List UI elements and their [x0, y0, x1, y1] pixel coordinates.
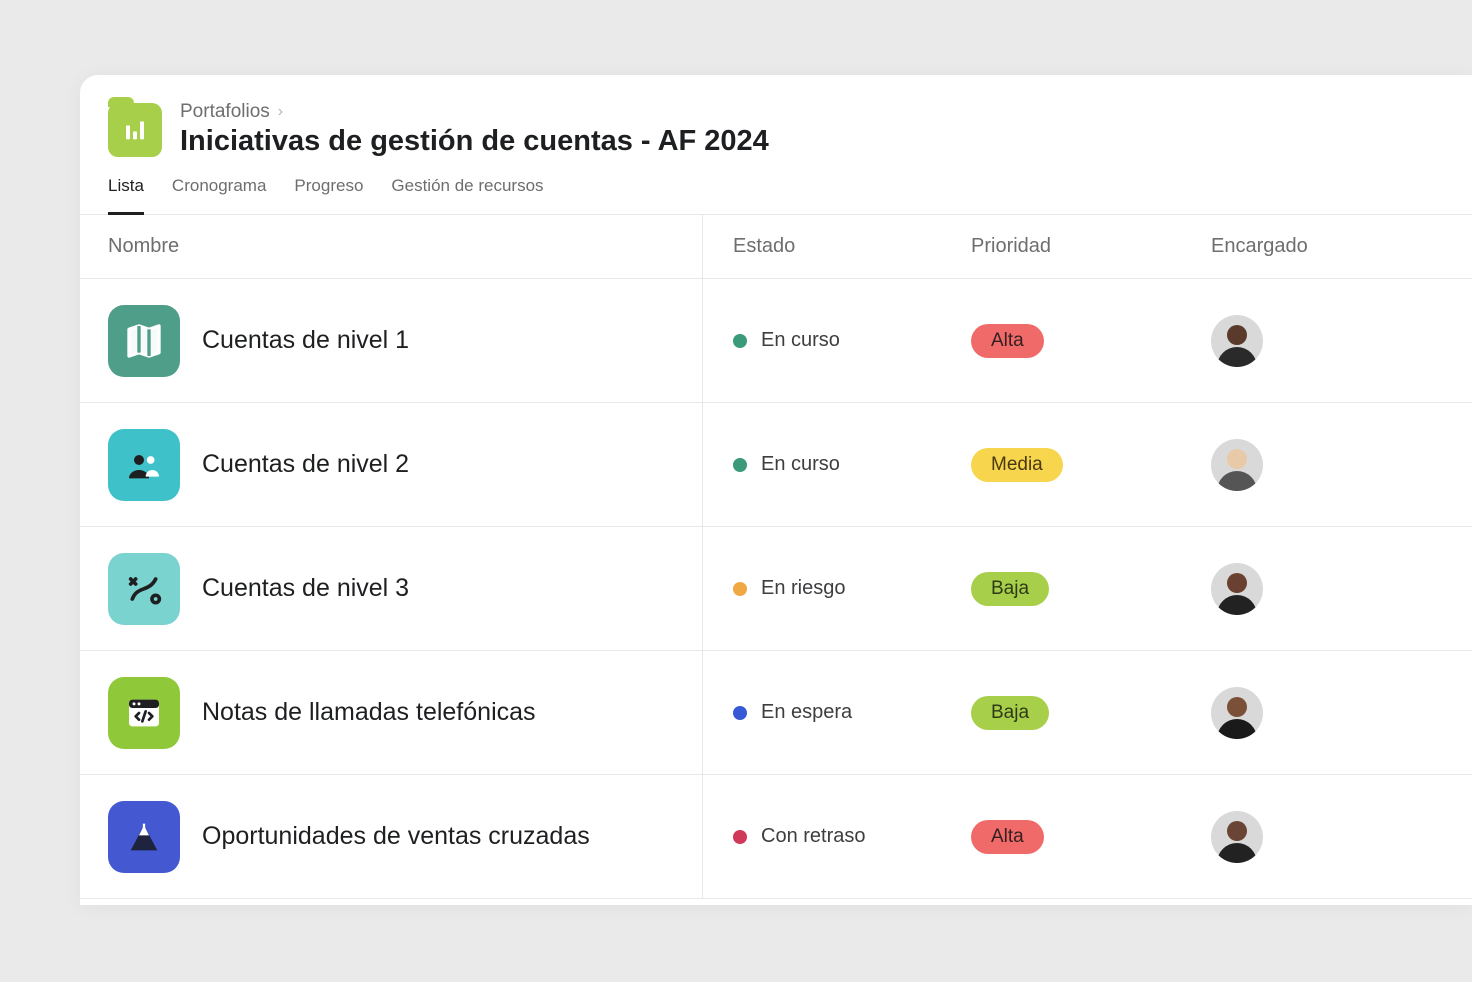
breadcrumb[interactable]: Portafolios › — [180, 101, 769, 123]
cell-priority[interactable]: Media — [971, 403, 1211, 526]
status-dot-icon — [733, 582, 747, 596]
priority-badge: Alta — [971, 820, 1044, 854]
tab-lista[interactable]: Lista — [108, 176, 144, 215]
table-row[interactable]: Cuentas de nivel 2 En curso Media — [80, 403, 1472, 527]
cell-priority[interactable]: Baja — [971, 527, 1211, 650]
project-name: Cuentas de nivel 3 — [202, 574, 409, 603]
cell-owner[interactable] — [1211, 527, 1472, 650]
cell-status[interactable]: Con retraso — [703, 775, 971, 898]
priority-badge: Baja — [971, 572, 1049, 606]
cell-owner[interactable] — [1211, 279, 1472, 402]
header-top: Portafolios › Iniciativas de gestión de … — [108, 101, 1444, 158]
project-name: Oportunidades de ventas cruzadas — [202, 822, 590, 851]
priority-badge: Alta — [971, 324, 1044, 358]
col-header-status[interactable]: Estado — [703, 215, 971, 278]
users-icon — [108, 429, 180, 501]
page-title: Iniciativas de gestión de cuentas - AF 2… — [180, 125, 769, 158]
tab-cronograma[interactable]: Cronograma — [172, 176, 267, 214]
cell-priority[interactable]: Baja — [971, 651, 1211, 774]
mountain-icon — [108, 801, 180, 873]
map-icon — [108, 305, 180, 377]
table-header-row: Nombre Estado Prioridad Encargado — [80, 215, 1472, 279]
owner-avatar[interactable] — [1211, 811, 1263, 863]
table-row[interactable]: Oportunidades de ventas cruzadas Con ret… — [80, 775, 1472, 899]
status-label: En curso — [761, 453, 840, 476]
portfolio-window: Portafolios › Iniciativas de gestión de … — [80, 75, 1472, 905]
chevron-right-icon: › — [278, 103, 283, 121]
breadcrumb-label[interactable]: Portafolios — [180, 101, 270, 123]
portfolio-folder-icon — [108, 103, 162, 157]
status-label: En curso — [761, 329, 840, 352]
owner-avatar[interactable] — [1211, 687, 1263, 739]
owner-avatar[interactable] — [1211, 315, 1263, 367]
owner-avatar[interactable] — [1211, 439, 1263, 491]
cell-owner[interactable] — [1211, 403, 1472, 526]
cell-name[interactable]: Cuentas de nivel 2 — [80, 403, 703, 526]
cell-name[interactable]: Cuentas de nivel 3 — [80, 527, 703, 650]
table-row[interactable]: Notas de llamadas telefónicas En espera … — [80, 651, 1472, 775]
status-label: Con retraso — [761, 825, 866, 848]
status-dot-icon — [733, 706, 747, 720]
tab-progreso[interactable]: Progreso — [294, 176, 363, 214]
project-name: Notas de llamadas telefónicas — [202, 698, 536, 727]
status-dot-icon — [733, 334, 747, 348]
page-header: Portafolios › Iniciativas de gestión de … — [80, 75, 1472, 158]
status-dot-icon — [733, 458, 747, 472]
cell-status[interactable]: En espera — [703, 651, 971, 774]
cell-status[interactable]: En curso — [703, 279, 971, 402]
strategy-icon — [108, 553, 180, 625]
header-text: Portafolios › Iniciativas de gestión de … — [180, 101, 769, 158]
col-header-owner[interactable]: Encargado — [1211, 215, 1472, 278]
status-label: En espera — [761, 701, 852, 724]
table-row[interactable]: Cuentas de nivel 3 En riesgo Baja — [80, 527, 1472, 651]
status-label: En riesgo — [761, 577, 846, 600]
status-dot-icon — [733, 830, 747, 844]
cell-status[interactable]: En curso — [703, 403, 971, 526]
priority-badge: Baja — [971, 696, 1049, 730]
code-window-icon — [108, 677, 180, 749]
col-header-priority[interactable]: Prioridad — [971, 215, 1211, 278]
cell-name[interactable]: Notas de llamadas telefónicas — [80, 651, 703, 774]
owner-avatar[interactable] — [1211, 563, 1263, 615]
cell-priority[interactable]: Alta — [971, 775, 1211, 898]
projects-table: Nombre Estado Prioridad Encargado Cuenta… — [80, 215, 1472, 899]
table-row[interactable]: Cuentas de nivel 1 En curso Alta — [80, 279, 1472, 403]
cell-status[interactable]: En riesgo — [703, 527, 971, 650]
cell-name[interactable]: Cuentas de nivel 1 — [80, 279, 703, 402]
cell-owner[interactable] — [1211, 651, 1472, 774]
tabs-bar: Lista Cronograma Progreso Gestión de rec… — [80, 158, 1472, 215]
project-name: Cuentas de nivel 2 — [202, 450, 409, 479]
cell-priority[interactable]: Alta — [971, 279, 1211, 402]
project-name: Cuentas de nivel 1 — [202, 326, 409, 355]
cell-owner[interactable] — [1211, 775, 1472, 898]
col-header-name[interactable]: Nombre — [80, 215, 703, 278]
cell-name[interactable]: Oportunidades de ventas cruzadas — [80, 775, 703, 898]
priority-badge: Media — [971, 448, 1063, 482]
tab-gestion-recursos[interactable]: Gestión de recursos — [391, 176, 543, 214]
